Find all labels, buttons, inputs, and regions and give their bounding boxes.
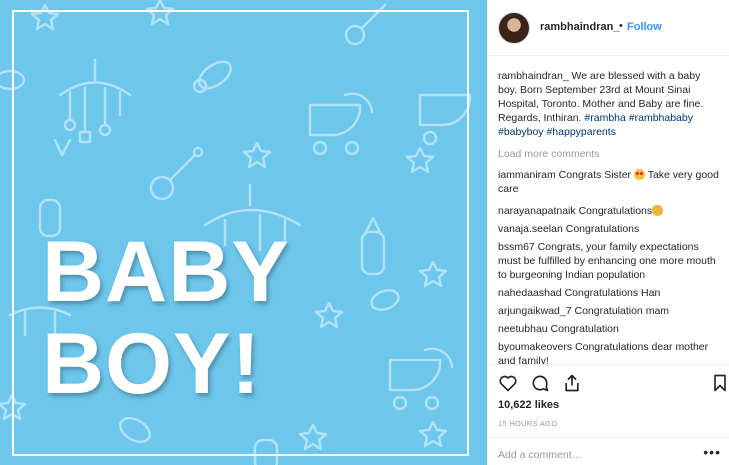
- post-timestamp[interactable]: 15 HOURS AGO: [498, 419, 557, 428]
- comment-item: vanaja.seelan Congratulations: [498, 222, 722, 236]
- comment-username-link[interactable]: narayanapatnaik: [498, 205, 576, 217]
- comment-item: narayanapatnaik Congratulations: [498, 204, 722, 218]
- comment-username-link[interactable]: vanaja.seelan: [498, 223, 563, 235]
- hashtag-link[interactable]: #happyparents: [546, 126, 615, 138]
- baby-boy-headline: BABY BOY!: [42, 226, 290, 410]
- load-more-comments-button[interactable]: Load more comments: [498, 148, 722, 160]
- add-comment-input[interactable]: Add a comment…: [498, 449, 582, 461]
- comment-item: iammaniram Congrats Sister Take very goo…: [498, 168, 722, 196]
- heart-icon[interactable]: [498, 373, 518, 393]
- comment-icon[interactable]: [530, 373, 550, 393]
- avatar[interactable]: [498, 12, 530, 44]
- post-side-panel: rambhaindran_ • Follow rambhaindran_ We …: [487, 0, 729, 465]
- comment-item: nahedaashad Congratulations Han: [498, 286, 722, 300]
- post-caption: rambhaindran_ We are blessed with a baby…: [498, 69, 722, 139]
- header-separator: •: [619, 20, 623, 32]
- share-icon[interactable]: [562, 373, 582, 393]
- comment-text: Congratulations: [575, 205, 653, 217]
- hashtag-link[interactable]: #babyboy: [498, 126, 544, 138]
- comments-list[interactable]: rambhaindran_ We are blessed with a baby…: [498, 69, 722, 365]
- headline-line-2: BOY!: [42, 316, 261, 412]
- post-actions-bar: [488, 364, 729, 400]
- comment-text: Congratulations: [562, 223, 640, 235]
- headline-line-1: BABY: [42, 224, 290, 320]
- comment-text: Congratulation mam: [571, 305, 670, 317]
- comment-username-link[interactable]: iammaniram: [498, 169, 556, 181]
- header-username-link[interactable]: rambhaindran_: [540, 21, 619, 33]
- caption-username-link[interactable]: rambhaindran_: [498, 70, 569, 82]
- post-image[interactable]: BABY BOY!: [0, 0, 487, 465]
- clapping-hands-emoji-icon: [652, 205, 664, 216]
- comment-username-link[interactable]: neetubhau: [498, 323, 548, 335]
- comment-item: bssm67 Congrats, your family expectation…: [498, 240, 722, 282]
- comment-item: byoumakeovers Congratulations dear mothe…: [498, 340, 722, 365]
- likes-count[interactable]: 10,622 likes: [498, 399, 559, 411]
- comment-username-link[interactable]: byoumakeovers: [498, 341, 572, 353]
- comment-username-link[interactable]: arjungaikwad_7: [498, 305, 572, 317]
- comment-text: Congratulation: [547, 323, 619, 335]
- comment-item: neetubhau Congratulation: [498, 322, 722, 336]
- comment-item: arjungaikwad_7 Congratulation mam: [498, 304, 722, 318]
- comment-username-link[interactable]: bssm67: [498, 241, 535, 253]
- comment-text: Congratulations Han: [561, 287, 661, 299]
- comment-text: Congrats Sister: [555, 169, 634, 181]
- heart-eyes-emoji-icon: [633, 169, 645, 180]
- comment-username-link[interactable]: nahedaashad: [498, 287, 562, 299]
- follow-button[interactable]: Follow: [627, 21, 662, 33]
- hashtag-link[interactable]: #rambha: [584, 112, 625, 124]
- bookmark-icon[interactable]: [710, 373, 729, 393]
- post-header: rambhaindran_ • Follow: [488, 0, 729, 56]
- hashtag-link[interactable]: #rambhababy: [629, 112, 693, 124]
- more-options-icon[interactable]: •••: [703, 445, 721, 459]
- add-comment-row: Add a comment… •••: [488, 437, 729, 465]
